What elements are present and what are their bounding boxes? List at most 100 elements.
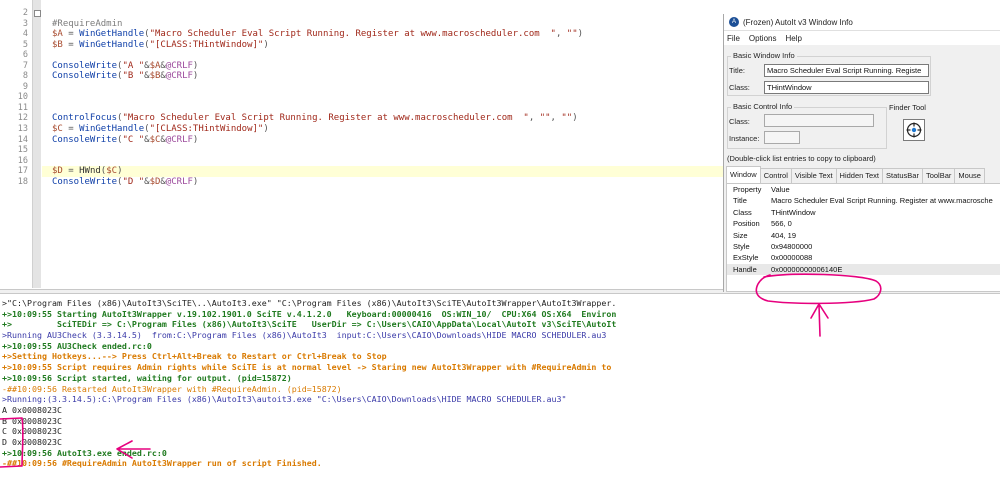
code-line[interactable]: ConsoleWrite("A "&$A&@CRLF) bbox=[52, 61, 722, 72]
code-token: ) bbox=[577, 29, 584, 40]
code-line[interactable]: $C = WinGetHandle("[CLASS:THintWindow]") bbox=[52, 124, 722, 135]
output-pane[interactable]: >"C:\Program Files (x86)\AutoIt3\SciTE\.… bbox=[0, 298, 1000, 490]
line-number-gutter: 2 3 4 5 6 7 8 9 10 11 12 13 14 15 16 17 18 bbox=[0, 0, 41, 288]
code-token: $A bbox=[52, 29, 63, 40]
code-token: = bbox=[62, 29, 80, 40]
code-token: @CRLF bbox=[165, 176, 193, 187]
line-number: 13 bbox=[17, 124, 28, 135]
line-number: 14 bbox=[17, 134, 28, 145]
code-token: "" bbox=[539, 113, 551, 124]
line-number: 9 bbox=[22, 81, 28, 92]
property-row[interactable]: Class THintWindow bbox=[727, 207, 1000, 218]
group-title: Basic Window Info bbox=[731, 51, 797, 60]
code-line[interactable] bbox=[52, 156, 722, 167]
code-token: "D " bbox=[122, 176, 145, 187]
menu-options[interactable]: Options bbox=[749, 34, 777, 43]
code-line[interactable]: ConsoleWrite("C "&$C&@CRLF) bbox=[52, 135, 722, 146]
code-token: ) bbox=[572, 113, 578, 124]
code-token: ) bbox=[192, 134, 199, 145]
code-line[interactable]: ConsoleWrite("B "&$B&@CRLF) bbox=[52, 71, 722, 82]
output-line: >Running AU3Check (3.3.14.5) from:C:\Pro… bbox=[2, 330, 607, 341]
code-line[interactable] bbox=[52, 50, 722, 61]
code-token: , bbox=[550, 113, 562, 124]
output-line: +>10:09:55 Starting AutoIt3Wrapper v.19.… bbox=[2, 308, 617, 319]
instance-label: Instance: bbox=[729, 134, 760, 143]
property-row[interactable]: Title Macro Scheduler Eval Script Running… bbox=[727, 195, 1000, 206]
property-row[interactable]: Style 0x94800000 bbox=[727, 241, 1000, 252]
code-line[interactable] bbox=[52, 145, 722, 156]
line-numbers: 2 3 4 5 6 7 8 9 10 11 12 13 14 15 16 17 18 bbox=[0, 8, 28, 187]
code-token: "Macro Scheduler Eval Script Running. Re… bbox=[149, 29, 556, 40]
code-token: "C " bbox=[122, 134, 145, 145]
property-value: 0x00000000006140E bbox=[771, 264, 843, 274]
fold-toggle-icon[interactable] bbox=[34, 10, 41, 17]
title-field[interactable]: Macro Scheduler Eval Script Running. Reg… bbox=[764, 64, 929, 77]
menu-bar: File Options Help bbox=[724, 31, 1000, 45]
line-number: 11 bbox=[17, 102, 28, 113]
tab-visible-text[interactable]: Visible Text bbox=[790, 168, 837, 183]
tab-hidden-text[interactable]: Hidden Text bbox=[835, 168, 884, 183]
code-token: $C bbox=[106, 166, 118, 177]
code-token: WinGetHandle bbox=[79, 29, 145, 40]
code-token: = bbox=[62, 124, 80, 135]
code-line[interactable]: $A = WinGetHandle("Macro Scheduler Eval … bbox=[52, 29, 722, 40]
line-number: 17 bbox=[17, 166, 28, 177]
property-value: 0x94800000 bbox=[771, 241, 813, 251]
tab-control[interactable]: Control bbox=[759, 168, 792, 183]
autoit-app-icon: A bbox=[729, 17, 739, 27]
output-line: +>10:09:55 Script requires Admin rights … bbox=[2, 362, 612, 373]
code-token: @CRLF bbox=[165, 134, 193, 145]
code-line[interactable]: ConsoleWrite("D "&$D&@CRLF) bbox=[52, 177, 722, 188]
crosshair-icon[interactable] bbox=[903, 119, 925, 141]
code-line[interactable] bbox=[52, 8, 722, 19]
code-line[interactable]: ControlFocus("Macro Scheduler Eval Scrip… bbox=[52, 113, 722, 124]
code-line[interactable] bbox=[52, 82, 722, 93]
code-line[interactable] bbox=[52, 92, 722, 103]
class-label: Class: bbox=[729, 83, 750, 92]
code-line[interactable]: #RequireAdmin bbox=[52, 19, 722, 30]
tab-mouse[interactable]: Mouse bbox=[954, 168, 985, 183]
menu-help[interactable]: Help bbox=[785, 34, 801, 43]
fold-margin[interactable] bbox=[32, 0, 41, 288]
property-value: 0x00000088 bbox=[771, 253, 813, 263]
line-number: 7 bbox=[22, 60, 28, 71]
code-token: $A bbox=[149, 60, 161, 71]
property-row[interactable]: Handle 0x00000000006140E bbox=[727, 263, 1000, 276]
code-token: ControlFocus bbox=[52, 113, 118, 124]
code-token: @CRLF bbox=[165, 60, 193, 71]
code-lines[interactable]: #RequireAdmin $A = WinGetHandle("Macro Sc… bbox=[42, 8, 990, 188]
property-row[interactable]: ExStyle 0x00000088 bbox=[727, 252, 1000, 263]
class-field[interactable]: THintWindow bbox=[764, 81, 929, 94]
list-header: Property Value bbox=[727, 184, 1000, 195]
code-token: , bbox=[555, 29, 567, 40]
code-token: HWnd bbox=[79, 166, 101, 177]
list-body: Title Macro Scheduler Eval Script Running… bbox=[727, 195, 1000, 276]
finder-tool-label: Finder Tool bbox=[889, 103, 926, 112]
code-line[interactable]: $B = WinGetHandle("[CLASS:THintWindow]") bbox=[52, 40, 722, 51]
property-list[interactable]: Property Value Title Macro Scheduler Eval… bbox=[726, 183, 1000, 292]
property-row[interactable]: Position 566, 0 bbox=[727, 218, 1000, 229]
code-token: ) bbox=[263, 39, 269, 50]
code-token: ) bbox=[192, 60, 199, 71]
tab-statusbar[interactable]: StatusBar bbox=[882, 168, 923, 183]
property-value: Macro Scheduler Eval Script Running. Reg… bbox=[771, 196, 993, 206]
tab-window[interactable]: Window bbox=[726, 166, 761, 183]
instance-field[interactable] bbox=[764, 131, 800, 144]
property-name: Size bbox=[733, 230, 748, 240]
control-class-field[interactable] bbox=[764, 114, 874, 127]
property-name: Style bbox=[733, 241, 750, 251]
tab-toolbar[interactable]: ToolBar bbox=[921, 168, 956, 183]
line-number: 15 bbox=[17, 145, 28, 156]
code-token: "B " bbox=[122, 71, 145, 82]
output-line: +> SciTEDir => C:\Program Files (x86)\Au… bbox=[2, 319, 617, 330]
output-line: +>10:09:56 Script started, waiting for o… bbox=[2, 372, 292, 383]
property-value: 566, 0 bbox=[771, 219, 792, 229]
code-token: ConsoleWrite bbox=[52, 176, 118, 187]
menu-file[interactable]: File bbox=[727, 34, 740, 43]
line-number: 2 bbox=[22, 8, 28, 18]
window-titlebar[interactable]: A (Frozen) AutoIt v3 Window Info bbox=[724, 14, 1000, 31]
code-token: "A " bbox=[122, 60, 145, 71]
code-line[interactable] bbox=[52, 103, 722, 114]
line-number: 8 bbox=[22, 71, 28, 82]
property-row[interactable]: Size 404, 19 bbox=[727, 230, 1000, 241]
